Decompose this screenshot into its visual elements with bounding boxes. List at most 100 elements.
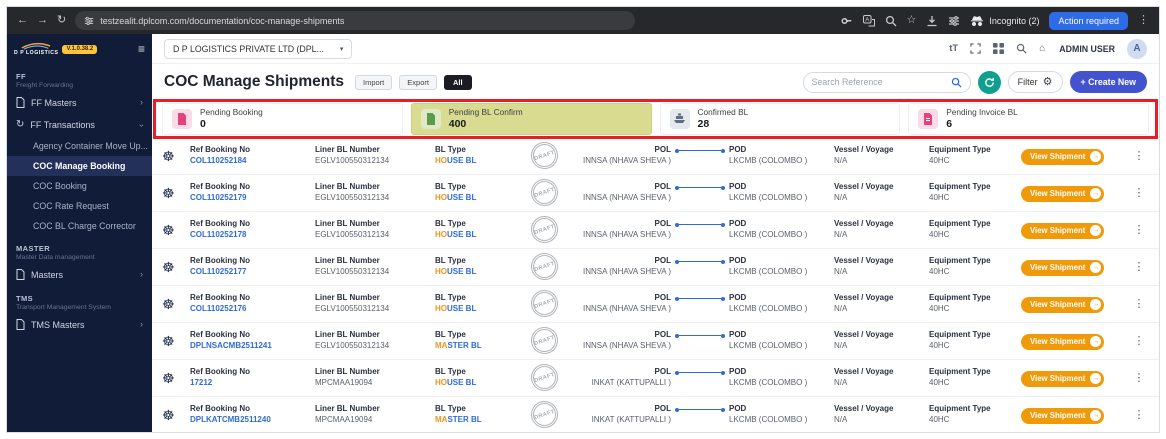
stat-card-pending-bl-confirm[interactable]: Pending BL Confirm 400: [410, 103, 652, 135]
bl-type-label: BL Type: [435, 256, 466, 266]
document-icon: [16, 97, 25, 108]
export-button[interactable]: Export: [399, 74, 437, 90]
sidebar-item-coc-booking[interactable]: COC Booking: [7, 176, 152, 196]
home-icon[interactable]: ⌂: [1039, 43, 1045, 54]
view-shipment-label: View Shipment: [1030, 263, 1086, 273]
route-dot: [721, 407, 725, 412]
create-new-button[interactable]: + Create New: [1069, 71, 1147, 93]
vessel-voyage-label: Vessel / Voyage: [834, 219, 894, 229]
ref-booking-value[interactable]: COL110252179: [190, 193, 315, 203]
row-menu-icon[interactable]: ⋮: [1129, 334, 1149, 347]
back-icon[interactable]: ←: [17, 15, 28, 26]
sidebar-item-agency-container-move-up[interactable]: Agency Container Move Up...: [7, 136, 152, 156]
search-reference-field[interactable]: [802, 71, 971, 93]
row-menu-icon[interactable]: ⋮: [1129, 223, 1149, 236]
sidebar-item-ff-transactions[interactable]: ↻ FF Transactions ›: [7, 114, 152, 136]
view-shipment-button[interactable]: View Shipment →: [1021, 222, 1105, 239]
refresh-button[interactable]: [977, 70, 1001, 94]
draft-stamp: DRAFT: [526, 175, 562, 210]
sidebar-item-masters[interactable]: Masters ›: [7, 263, 152, 286]
font-size-icon[interactable]: tT: [949, 44, 958, 54]
ship-wheel-icon: ☸: [162, 184, 175, 201]
document-icon: [16, 269, 25, 280]
address-bar[interactable]: testzealit.dplcom.com/documentation/coc-…: [75, 11, 636, 30]
avatar[interactable]: A: [1127, 38, 1147, 59]
sidebar-item-coc-bl-charge-corrector[interactable]: COC BL Charge Corrector: [7, 216, 152, 236]
row-menu-icon[interactable]: ⋮: [1129, 408, 1149, 421]
route-line: [671, 296, 729, 301]
caret-down-icon: ▾: [339, 45, 344, 53]
arrow-right-icon: →: [1090, 373, 1102, 385]
view-shipment-button[interactable]: View Shipment →: [1021, 333, 1105, 350]
sidebar-item-coc-manage-booking[interactable]: COC Manage Booking: [7, 156, 152, 176]
ref-booking-value[interactable]: COL110252177: [190, 267, 315, 277]
download-icon[interactable]: [926, 15, 938, 27]
star-icon[interactable]: ☆: [907, 15, 917, 26]
zoom-icon[interactable]: [885, 15, 897, 27]
ship-wheel-icon: ☸: [162, 258, 175, 275]
import-button[interactable]: Import: [355, 74, 393, 90]
row-menu-icon[interactable]: ⋮: [1129, 371, 1149, 384]
all-filter-badge[interactable]: All: [443, 74, 472, 90]
draft-stamp: DRAFT: [526, 138, 562, 173]
stat-card-confirmed-bl[interactable]: Confirmed BL 28: [659, 103, 901, 135]
stat-card-pending-invoice-bl[interactable]: Pending Invoice BL 6: [908, 103, 1149, 135]
search-icon[interactable]: [1016, 43, 1027, 54]
ref-booking-value[interactable]: 17212: [190, 378, 315, 388]
ref-booking-value[interactable]: DPLNSACMB2511241: [190, 341, 315, 351]
ref-booking-label: Ref Booking No: [190, 182, 250, 192]
incognito-badge[interactable]: Incognito (2): [970, 15, 1039, 27]
sidebar-item-tms-masters[interactable]: TMS Masters ›: [7, 313, 152, 336]
tune-icon[interactable]: [948, 15, 960, 27]
view-shipment-button[interactable]: View Shipment →: [1021, 185, 1105, 202]
chrome-toolbar: A ☆ Incognito (2) Action required ⋮: [841, 11, 1149, 30]
fullscreen-icon[interactable]: [970, 43, 981, 54]
row-menu-icon[interactable]: ⋮: [1129, 260, 1149, 273]
view-shipment-cell: View Shipment →: [1021, 368, 1119, 387]
company-selector[interactable]: D P LOGISTICS PRIVATE LTD (DPL... ▾: [164, 38, 353, 59]
view-shipment-button[interactable]: View Shipment →: [1021, 407, 1105, 424]
view-shipment-button[interactable]: View Shipment →: [1021, 259, 1105, 276]
ref-booking-value[interactable]: COL110252178: [190, 230, 315, 240]
stat-card-pending-booking[interactable]: Pending Booking 0: [162, 103, 403, 135]
equipment-type-value: 40HC: [929, 229, 950, 239]
search-icon[interactable]: [951, 77, 962, 88]
liner-bl-label: Liner BL Number: [315, 256, 380, 266]
view-shipment-button[interactable]: View Shipment →: [1021, 370, 1105, 387]
route-dot: [721, 222, 725, 227]
pod-value: LKCMB (COLOMBO ): [729, 192, 808, 202]
forward-icon[interactable]: →: [37, 15, 48, 26]
translate-icon[interactable]: A: [862, 14, 875, 27]
view-shipment-button[interactable]: View Shipment →: [1021, 148, 1105, 165]
shipment-row: ☸ Ref Booking No COL110252179 Liner BL N…: [152, 174, 1159, 212]
site-info-icon[interactable]: [84, 16, 94, 26]
password-key-icon[interactable]: [841, 15, 853, 27]
equipment-type-value: 40HC: [929, 303, 950, 313]
incognito-icon: [971, 15, 984, 26]
row-menu-icon[interactable]: ⋮: [1129, 149, 1149, 162]
ref-booking-value[interactable]: COL110252176: [190, 304, 315, 314]
section-master-heading: MASTER: [16, 244, 51, 253]
draft-stamp: DRAFT: [526, 323, 562, 358]
reload-icon[interactable]: ↻: [57, 15, 66, 26]
search-reference-input[interactable]: [811, 77, 946, 87]
filter-button[interactable]: Filter ⚙: [1007, 71, 1063, 93]
action-required-button[interactable]: Action required: [1049, 11, 1128, 30]
row-menu-icon[interactable]: ⋮: [1129, 186, 1149, 199]
ship-wheel-icon: ☸: [162, 295, 175, 312]
dpl-logo[interactable]: D P LOGISTICS: [14, 42, 58, 56]
bl-type-value: HOUSE BL: [435, 303, 477, 313]
ref-booking-value[interactable]: COL110252184: [190, 156, 315, 166]
sidebar-item-coc-rate-request[interactable]: COC Rate Request: [7, 196, 152, 216]
row-menu-icon[interactable]: ⋮: [1129, 297, 1149, 310]
section-tms-caption: Transport Management System: [16, 304, 111, 311]
pol-value: INNSA (NHAVA SHEVA ): [582, 266, 671, 276]
sidebar-item-ff-masters[interactable]: FF Masters ›: [7, 91, 152, 114]
ref-booking-label: Ref Booking No: [190, 256, 250, 266]
view-shipment-button[interactable]: View Shipment →: [1021, 296, 1105, 313]
apps-grid-icon[interactable]: [993, 43, 1005, 54]
sidebar-toggle-icon[interactable]: ≡: [138, 42, 145, 56]
ref-booking-value[interactable]: DPLKATCMB2511240: [190, 415, 315, 425]
pol-value: INKAT (KATTUPALLI ): [591, 377, 671, 387]
browser-menu-icon[interactable]: ⋮: [1138, 15, 1149, 26]
